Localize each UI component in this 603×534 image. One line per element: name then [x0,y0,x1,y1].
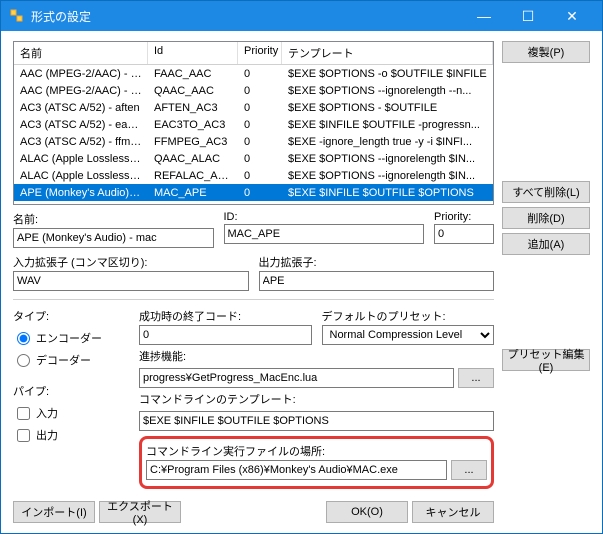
import-button[interactable]: インポート(I) [13,501,95,523]
col-name[interactable]: 名前 [14,42,148,64]
progress-label: 進捗機能: [139,348,494,364]
priority-input[interactable] [434,224,494,244]
id-label: ID: [224,211,425,223]
col-priority[interactable]: Priority [238,42,282,64]
table-row[interactable]: AC3 (ATSC A/52) - aftenAFTEN_AC30$EXE $O… [14,99,493,116]
table-row[interactable]: AC3 (ATSC A/52) - eac3toEAC3TO_AC30$EXE … [14,116,493,133]
table-row[interactable]: APE (Monkey's Audio) - macMAC_APE0$EXE $… [14,184,493,201]
table-row[interactable]: AC3 (ATSC A/52) - ffmpegFFMPEG_AC30$EXE … [14,133,493,150]
duplicate-button[interactable]: 複製(P) [502,41,590,63]
encoder-radio[interactable]: エンコーダー [13,329,133,347]
add-button[interactable]: 追加(A) [502,233,590,255]
table-row[interactable]: ALAC (Apple Lossless) - re...REFALAC_ALA… [14,167,493,184]
decoder-radio[interactable]: デコーダー [13,351,133,369]
table-body[interactable]: AAC (MPEG-2/AAC) - faacFAAC_AAC0$EXE $OP… [14,65,493,204]
table-row[interactable]: AAC (MPEG-2/AAC) - faacFAAC_AAC0$EXE $OP… [14,65,493,82]
priority-label: Priority: [434,211,494,223]
outext-label: 出力拡張子: [259,254,495,270]
preset-label: デフォルトのプリセット: [322,308,495,324]
id-input[interactable] [224,224,425,244]
delete-button[interactable]: 削除(D) [502,207,590,229]
ok-button[interactable]: OK(O) [326,501,408,523]
inext-input[interactable] [13,271,249,291]
inext-label: 入力拡張子 (コンマ区切り): [13,254,249,270]
exepath-input[interactable] [146,460,447,480]
pipe-out-checkbox[interactable]: 出力 [13,426,133,444]
titlebar: 形式の設定 — ☐ ✕ [1,1,602,31]
formats-table: 名前 Id Priority テンプレート AAC (MPEG-2/AAC) -… [13,41,494,205]
cancel-button[interactable]: キャンセル [412,501,494,523]
delete-all-button[interactable]: すべて削除(L) [502,181,590,203]
exitcode-label: 成功時の終了コード: [139,308,312,324]
maximize-button[interactable]: ☐ [506,1,550,31]
cmdtpl-label: コマンドラインのテンプレート: [139,391,494,407]
close-button[interactable]: ✕ [550,1,594,31]
exepath-label: コマンドライン実行ファイルの場所: [146,443,487,459]
progress-input[interactable] [139,368,454,388]
type-label: タイプ: [13,308,133,324]
col-id[interactable]: Id [148,42,238,64]
outext-input[interactable] [259,271,495,291]
preset-select[interactable]: Normal Compression Level [322,325,495,345]
window-title: 形式の設定 [31,8,462,25]
exe-path-highlight: コマンドライン実行ファイルの場所: ... [139,436,494,489]
progress-browse-button[interactable]: ... [458,368,494,388]
pipe-in-checkbox[interactable]: 入力 [13,404,133,422]
exepath-browse-button[interactable]: ... [451,460,487,480]
exitcode-input[interactable] [139,325,312,345]
name-input[interactable] [13,228,214,248]
app-icon [9,8,25,24]
export-button[interactable]: エクスポート(X) [99,501,181,523]
col-template[interactable]: テンプレート [282,42,493,64]
name-label: 名前: [13,211,214,227]
table-row[interactable]: ALAC (Apple Lossless) - qaacQAAC_ALAC0$E… [14,150,493,167]
pipe-label: パイプ: [13,383,133,399]
table-header: 名前 Id Priority テンプレート [14,42,493,65]
table-row[interactable]: DTS (Coherent Acoustics co...EAC3TO_DTS0… [14,201,493,204]
table-row[interactable]: AAC (MPEG-2/AAC) - qaacQAAC_AAC0$EXE $OP… [14,82,493,99]
preset-edit-button[interactable]: プリセット編集(E) [502,349,590,371]
cmdtpl-input[interactable] [139,411,494,431]
minimize-button[interactable]: — [462,1,506,31]
